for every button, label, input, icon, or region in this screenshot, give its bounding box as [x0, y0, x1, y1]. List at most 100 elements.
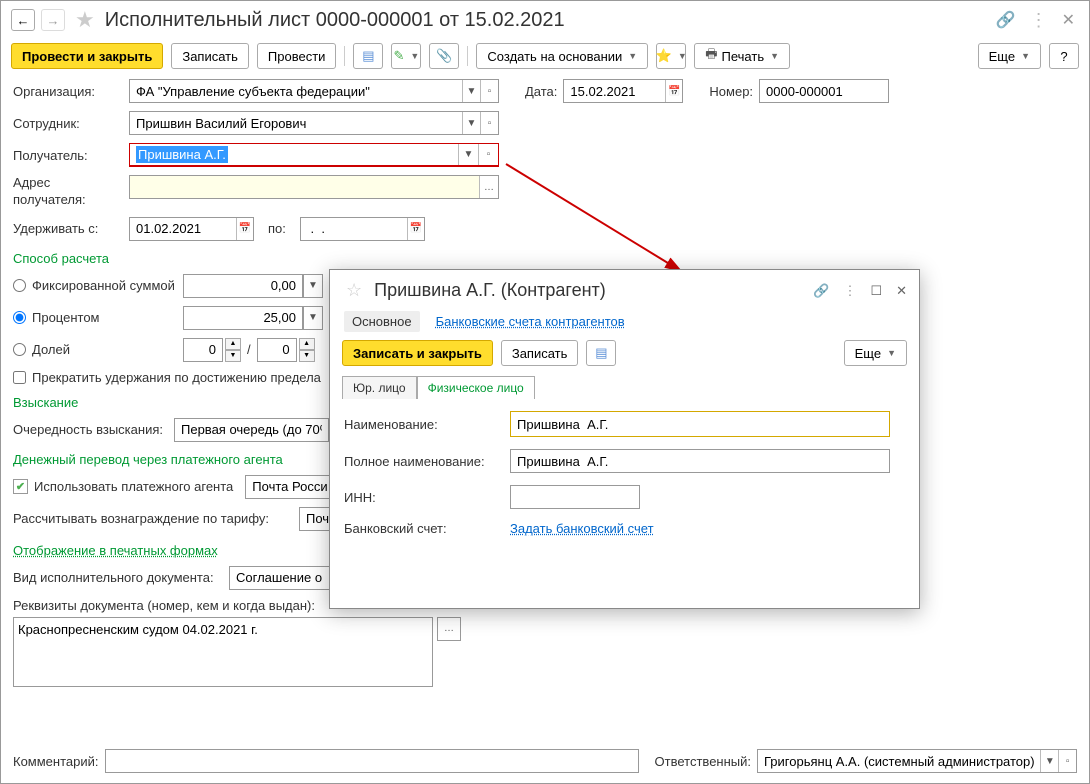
- maximize-icon[interactable]: ☐: [870, 283, 882, 299]
- requisites-textarea[interactable]: Краснопресненским судом 04.02.2021 г.: [13, 617, 433, 687]
- fixed-amount-input[interactable]: [183, 274, 303, 298]
- number-field[interactable]: [759, 79, 889, 103]
- favorite-star-icon[interactable]: ☆: [346, 280, 362, 301]
- comment-input[interactable]: [106, 750, 638, 772]
- close-icon[interactable]: ✕: [1062, 10, 1075, 30]
- recipient-field[interactable]: Пришвина А.Г. ▼ ▫: [129, 143, 499, 167]
- org-input[interactable]: [130, 80, 462, 102]
- contractor-popup: ☆ Пришвина А.Г. (Контрагент) 🔗 ⋮ ☐ ✕ Осн…: [329, 269, 920, 609]
- popup-bank-label: Банковский счет:: [344, 521, 504, 536]
- back-button[interactable]: ←: [11, 9, 35, 31]
- doc-type-field[interactable]: [229, 566, 339, 590]
- withhold-to-input[interactable]: [301, 218, 407, 240]
- radio-fixed[interactable]: Фиксированной суммой: [13, 278, 183, 293]
- org-field[interactable]: ▼ ▫: [129, 79, 499, 103]
- spinner-up[interactable]: ▲: [225, 338, 241, 350]
- more-button[interactable]: Еще▼: [978, 43, 1041, 69]
- print-button[interactable]: 🖶Печать▼: [694, 43, 790, 69]
- calendar-icon[interactable]: 📅: [407, 218, 424, 240]
- open-icon[interactable]: ▫: [478, 144, 498, 165]
- calendar-icon[interactable]: 📅: [665, 80, 682, 102]
- help-button[interactable]: ?: [1049, 43, 1079, 69]
- dropdown-icon[interactable]: ▼: [462, 112, 480, 134]
- date-label: Дата:: [525, 84, 557, 99]
- popup-fullname-label: Полное наименование:: [344, 454, 504, 469]
- nav-bank-accounts[interactable]: Банковские счета контрагентов: [436, 311, 625, 332]
- create-based-button[interactable]: Создать на основании▼: [476, 43, 648, 69]
- popup-report-icon-button[interactable]: ▤: [586, 340, 616, 366]
- popup-save-button[interactable]: Записать: [501, 340, 579, 366]
- popup-name-input[interactable]: [510, 411, 890, 437]
- address-field[interactable]: …: [129, 175, 499, 199]
- favorite-star-icon[interactable]: ★: [75, 7, 95, 33]
- popup-inn-field[interactable]: [510, 485, 640, 509]
- report-icon-button[interactable]: ▤: [353, 43, 383, 69]
- withhold-to-field[interactable]: 📅: [300, 217, 425, 241]
- nav-main[interactable]: Основное: [344, 311, 420, 332]
- print-forms-link[interactable]: Отображение в печатных формах: [13, 543, 218, 558]
- withhold-to-label: по:: [268, 221, 286, 236]
- priority-field[interactable]: [174, 418, 329, 442]
- comment-field[interactable]: [105, 749, 639, 773]
- popup-fullname-field[interactable]: [510, 449, 890, 473]
- withhold-from-input[interactable]: [130, 218, 236, 240]
- tab-legal[interactable]: Юр. лицо: [342, 376, 417, 399]
- open-icon[interactable]: ▫: [480, 80, 498, 102]
- popup-save-close-button[interactable]: Записать и закрыть: [342, 340, 493, 366]
- open-icon[interactable]: ▫: [1058, 750, 1076, 772]
- radio-shares[interactable]: Долей: [13, 342, 183, 357]
- employee-field[interactable]: ▼ ▫: [129, 111, 499, 135]
- share2-input[interactable]: [257, 338, 297, 362]
- edit-icon-button[interactable]: ✎▼: [391, 43, 421, 69]
- favorite-icon-button[interactable]: ⭐▼: [656, 43, 686, 69]
- forward-button[interactable]: →: [41, 9, 65, 31]
- more-menu-icon[interactable]: ⋮: [843, 283, 856, 299]
- dropdown-icon[interactable]: ▼: [303, 306, 323, 330]
- calendar-icon[interactable]: 📅: [236, 218, 253, 240]
- popup-more-button[interactable]: Еще▼: [844, 340, 907, 366]
- responsible-input[interactable]: [758, 750, 1040, 772]
- page-title: Исполнительный лист 0000-000001 от 15.02…: [105, 9, 565, 32]
- employee-input[interactable]: [130, 112, 462, 134]
- link-icon[interactable]: 🔗: [996, 10, 1016, 30]
- popup-name-label: Наименование:: [344, 417, 504, 432]
- link-icon[interactable]: 🔗: [813, 283, 829, 299]
- attach-icon-button[interactable]: 📎: [429, 43, 459, 69]
- popup-bank-link[interactable]: Задать банковский счет: [510, 521, 654, 536]
- comment-label: Комментарий:: [13, 754, 99, 769]
- popup-fullname-input[interactable]: [511, 450, 889, 472]
- save-button[interactable]: Записать: [171, 43, 249, 69]
- ellipsis-icon[interactable]: …: [479, 176, 498, 198]
- share1-input[interactable]: [183, 338, 223, 362]
- responsible-field[interactable]: ▼ ▫: [757, 749, 1077, 773]
- dropdown-icon[interactable]: ▼: [458, 144, 478, 165]
- check-icon[interactable]: ✔: [13, 479, 28, 494]
- spinner-down[interactable]: ▼: [299, 350, 315, 362]
- post-button[interactable]: Провести: [257, 43, 337, 69]
- popup-inn-input[interactable]: [511, 486, 639, 508]
- employee-label: Сотрудник:: [13, 116, 123, 131]
- dropdown-icon[interactable]: ▼: [303, 274, 323, 298]
- dropdown-icon[interactable]: ▼: [1040, 750, 1058, 772]
- post-and-close-button[interactable]: Провести и закрыть: [11, 43, 163, 69]
- tariff-label: Рассчитывать вознаграждение по тарифу:: [13, 511, 293, 526]
- address-input[interactable]: [130, 176, 479, 198]
- withhold-from-field[interactable]: 📅: [129, 217, 254, 241]
- radio-percent[interactable]: Процентом: [13, 310, 183, 325]
- date-field[interactable]: 📅: [563, 79, 683, 103]
- tab-person[interactable]: Физическое лицо: [417, 376, 535, 399]
- date-input[interactable]: [564, 80, 665, 102]
- dropdown-icon[interactable]: ▼: [462, 80, 480, 102]
- ellipsis-icon[interactable]: …: [437, 617, 461, 641]
- doc-type-input[interactable]: [230, 567, 338, 589]
- spinner-up[interactable]: ▲: [299, 338, 315, 350]
- open-icon[interactable]: ▫: [480, 112, 498, 134]
- spinner-down[interactable]: ▼: [225, 350, 241, 362]
- priority-input[interactable]: [175, 419, 328, 441]
- percent-input[interactable]: [183, 306, 303, 330]
- more-menu-icon[interactable]: ⋮: [1030, 10, 1048, 31]
- recipient-input[interactable]: Пришвина А.Г.: [136, 146, 228, 163]
- stop-checkbox[interactable]: [13, 371, 26, 384]
- number-input[interactable]: [760, 80, 888, 102]
- close-icon[interactable]: ✕: [896, 283, 907, 299]
